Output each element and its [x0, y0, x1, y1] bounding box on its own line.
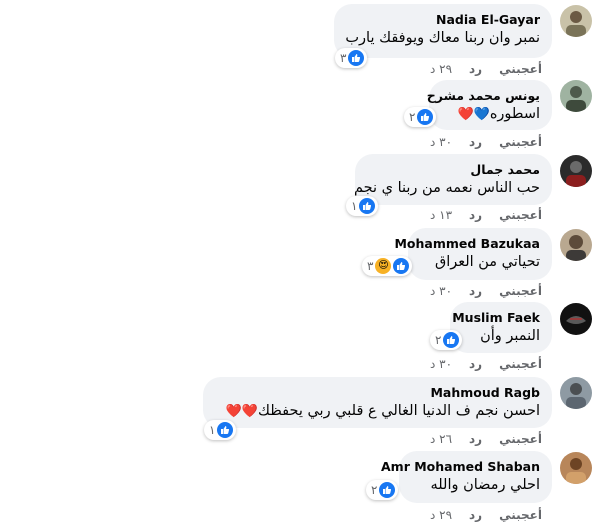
reaction-count: ٢ — [409, 110, 416, 124]
reaction-count: ١ — [351, 199, 358, 213]
comment-author[interactable]: Mahmoud Ragb — [215, 385, 540, 401]
like-button[interactable]: أعجبني — [499, 61, 542, 77]
comment-author[interactable]: محمد جمال — [367, 162, 540, 178]
comment-timestamp[interactable]: ١٣ د — [430, 207, 452, 223]
comment-actions: أعجبني رد ٣٠ د — [430, 356, 542, 372]
avatar[interactable] — [560, 303, 592, 335]
care-icon: 😍 — [375, 258, 392, 274]
like-button[interactable]: أعجبني — [499, 431, 542, 447]
like-button[interactable]: أعجبني — [499, 207, 542, 223]
reaction-summary[interactable]: ٢ — [430, 330, 463, 350]
comment-actions: أعجبني رد ٣٠ د — [430, 283, 542, 299]
like-button[interactable]: أعجبني — [499, 283, 542, 299]
comment-timestamp[interactable]: ٢٦ د — [430, 431, 452, 447]
reply-button[interactable]: رد — [469, 356, 482, 372]
comment-text-body: النمبر وأن — [480, 328, 540, 344]
comment-actions: أعجبني رد ٢٦ د — [430, 431, 542, 447]
reply-button[interactable]: رد — [469, 134, 482, 150]
reply-button[interactable]: رد — [469, 207, 482, 223]
comment-author[interactable]: Muslim Faek — [452, 310, 540, 326]
comment-author[interactable]: Nadia El-Gayar — [346, 12, 540, 28]
reaction-count: ٢ — [435, 333, 442, 347]
like-icon — [348, 50, 365, 66]
like-icon — [393, 258, 410, 274]
comment-actions: أعجبني رد ١٣ د — [430, 207, 542, 223]
comment-text: اسطوره💙❤️ — [441, 104, 540, 125]
emoji: 💙❤️ — [457, 107, 490, 122]
comment-timestamp[interactable]: ٢٩ د — [430, 507, 452, 523]
reply-button[interactable]: رد — [469, 431, 482, 447]
comment-actions: أعجبني رد ٣٠ د — [430, 134, 542, 150]
comment-timestamp[interactable]: ٣٠ د — [430, 134, 452, 150]
comment-text-body: نمبر وان ربنا معاك ويوفقك يارب — [345, 30, 540, 46]
reaction-count: ٣ — [340, 51, 347, 65]
reaction-summary[interactable]: ٣ 😍 — [362, 256, 413, 276]
reply-button[interactable]: رد — [469, 507, 482, 523]
reaction-summary[interactable]: ٢ — [366, 480, 399, 500]
avatar[interactable] — [560, 155, 592, 187]
emoji: ❤️❤️ — [225, 404, 259, 419]
comment-author[interactable]: Mohammed Bazukaa — [394, 236, 540, 252]
comment-text-body: اسطوره — [489, 106, 540, 122]
like-icon — [359, 198, 376, 214]
comment-timestamp[interactable]: ٣٠ د — [430, 356, 452, 372]
comments-thread: Nadia El-Gayar نمبر وان ربنا معاك ويوفقك… — [0, 0, 602, 527]
comment-text: نمبر وان ربنا معاك ويوفقك يارب — [345, 28, 540, 48]
comment-bubble: Muslim Faek النمبر وأن — [450, 302, 552, 353]
like-icon — [417, 109, 434, 125]
comment-text: النمبر وأن — [462, 326, 540, 346]
avatar[interactable] — [560, 377, 592, 409]
like-button[interactable]: أعجبني — [499, 356, 542, 372]
comment-text-body: حب الناس نعمه من ربنا ي نجم — [353, 180, 540, 196]
comment-text-body: احلي رمضان والله — [430, 477, 540, 493]
like-icon — [443, 332, 460, 348]
comment-author[interactable]: يونس محمد مشرح — [427, 88, 540, 104]
comment-text-body: تحياتي من العراق — [434, 254, 540, 270]
reaction-summary[interactable]: ١ — [346, 196, 379, 216]
comment-text: تحياتي من العراق — [420, 252, 540, 272]
reaction-count: ٢ — [371, 483, 378, 497]
comment-text-body: احسن نجم ف الدنيا الغالي ع قلبي ربي يحفظ… — [258, 403, 540, 419]
reply-button[interactable]: رد — [469, 283, 482, 299]
comment-text: حب الناس نعمه من ربنا ي نجم — [354, 178, 540, 198]
reaction-summary[interactable]: ٢ — [404, 107, 437, 127]
comment-text: احلي رمضان والله — [411, 475, 540, 495]
comment-timestamp[interactable]: ٣٠ د — [430, 283, 452, 299]
reaction-summary[interactable]: ٣ — [335, 48, 368, 68]
comment-timestamp[interactable]: ٢٩ د — [430, 61, 452, 77]
comment-bubble: يونس محمد مشرح اسطوره💙❤️ — [427, 80, 552, 130]
like-icon — [379, 482, 396, 498]
comment-bubble: Nadia El-Gayar نمبر وان ربنا معاك ويوفقك… — [334, 4, 552, 58]
comment-actions: أعجبني رد ٢٩ د — [430, 61, 542, 77]
like-button[interactable]: أعجبني — [499, 134, 542, 150]
like-icon — [217, 422, 234, 438]
avatar[interactable] — [560, 452, 592, 484]
avatar[interactable] — [560, 80, 592, 112]
like-button[interactable]: أعجبني — [499, 507, 542, 523]
comment-actions: أعجبني رد ٢٩ د — [430, 507, 542, 523]
reaction-count: ١ — [209, 423, 216, 437]
comment-bubble: محمد جمال حب الناس نعمه من ربنا ي نجم — [354, 154, 552, 205]
comment-bubble: Amr Mohamed Shaban احلي رمضان والله — [381, 451, 552, 503]
avatar[interactable] — [560, 229, 592, 261]
reaction-summary[interactable]: ١ — [204, 420, 237, 440]
comment-author[interactable]: Amr Mohamed Shaban — [381, 459, 540, 475]
comment-bubble: Mahmoud Ragb احسن نجم ف الدنيا الغالي ع … — [203, 377, 552, 428]
reaction-count: ٣ — [367, 259, 374, 273]
comment-bubble: Mohammed Bazukaa تحياتي من العراق — [394, 228, 552, 280]
avatar[interactable] — [560, 5, 592, 37]
comment-text: احسن نجم ف الدنيا الغالي ع قلبي ربي يحفظ… — [215, 401, 540, 422]
reply-button[interactable]: رد — [469, 61, 482, 77]
